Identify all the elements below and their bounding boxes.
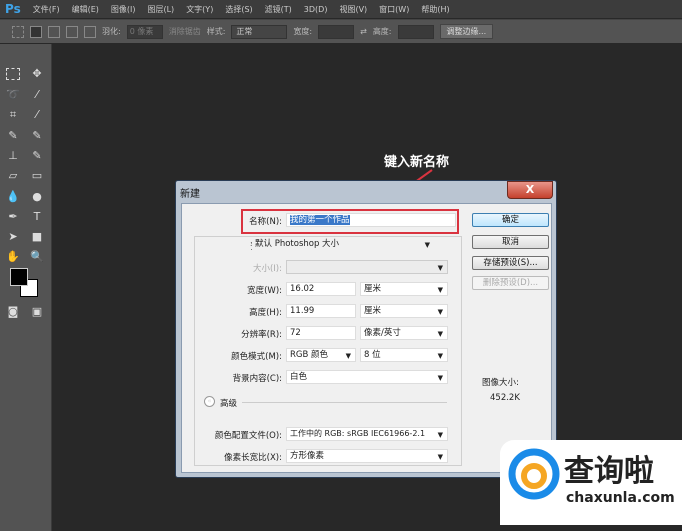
menu-edit[interactable]: 编辑(E) — [72, 4, 99, 15]
close-button[interactable]: X — [507, 181, 553, 199]
hand-icon[interactable]: ✋ — [6, 251, 20, 263]
height-input[interactable] — [397, 24, 434, 39]
background-select[interactable]: 白色 — [286, 370, 448, 384]
color-mode-select[interactable]: RGB 颜色 — [286, 348, 356, 362]
intersect-selection-icon[interactable] — [84, 25, 96, 38]
resolution-input[interactable]: 72 — [286, 326, 356, 340]
width-label: 宽度(W): — [247, 286, 282, 296]
collapse-advanced-icon[interactable]: « — [204, 396, 215, 407]
feather-label: 羽化: — [102, 27, 121, 36]
refine-edge-button[interactable]: 调整边缘... — [439, 24, 494, 39]
menu-help[interactable]: 帮助(H) — [421, 4, 449, 15]
menu-image[interactable]: 图像(I) — [111, 4, 136, 15]
eyedropper-icon[interactable]: ⁄ — [30, 109, 44, 121]
menu-filter[interactable]: 滤镜(T) — [265, 4, 292, 15]
menu-view[interactable]: 视图(V) — [339, 4, 367, 15]
cancel-button[interactable]: 取消 — [472, 235, 549, 249]
marquee-tool-icon[interactable] — [6, 68, 20, 80]
resolution-label: 分辨率(R): — [241, 330, 282, 340]
watermark-text: 查询啦 — [564, 454, 654, 489]
pixel-aspect-select[interactable]: 方形像素 — [286, 449, 448, 463]
menu-layer[interactable]: 图层(L) — [147, 4, 174, 15]
pen-icon[interactable]: ✒ — [6, 211, 20, 223]
height-label: 高度: — [372, 27, 392, 36]
add-selection-icon[interactable] — [48, 25, 60, 38]
eraser-icon[interactable]: ▱ — [6, 170, 20, 182]
watermark-logo-icon — [508, 448, 560, 500]
size-select — [286, 260, 448, 274]
menu-3d[interactable]: 3D(D) — [304, 5, 328, 14]
watermark-url: chaxunla.com — [566, 490, 675, 506]
new-document-dialog: 新建 X 名称(N): 我的第一个作品 预设(P): 默认 Photoshop … — [175, 180, 557, 478]
name-label: 名称(N): — [249, 217, 282, 227]
zoom-icon[interactable]: 🔍 — [30, 251, 44, 263]
feather-input[interactable]: 0 像素 — [126, 24, 163, 39]
width-unit-select[interactable]: 厘米 — [360, 282, 448, 296]
gradient-icon[interactable]: ▭ — [30, 170, 44, 182]
new-selection-icon[interactable] — [30, 25, 42, 38]
shape-icon[interactable]: ■ — [30, 231, 44, 243]
preset-select[interactable]: 默认 Photoshop 大小 — [252, 238, 434, 252]
pixel-aspect-label: 像素长宽比(X): — [224, 453, 282, 463]
height-label: 高度(H): — [249, 308, 282, 318]
style-label: 样式: — [206, 27, 226, 36]
style-select[interactable]: 正常 — [231, 24, 288, 39]
photoshop-logo: Ps — [5, 2, 21, 16]
swap-icon[interactable]: ⇄ — [360, 27, 367, 36]
background-label: 背景内容(C): — [232, 374, 282, 384]
foreground-color-swatch[interactable] — [10, 268, 28, 286]
save-preset-button[interactable]: 存储预设(S)... — [472, 256, 549, 270]
options-bar: 羽化: 0 像素 消除锯齿 样式: 正常 宽度: ⇄ 高度: 调整边缘... — [0, 19, 682, 43]
color-mode-label: 颜色模式(M): — [231, 352, 282, 362]
watermark: 查询啦 chaxunla.com — [500, 440, 682, 525]
marquee-icon[interactable] — [12, 25, 24, 38]
menu-bar: Ps 文件(F) 编辑(E) 图像(I) 图层(L) 文字(Y) 选择(S) 滤… — [0, 0, 682, 18]
tools-panel: ✥ ➰ ⁄ ⌗ ⁄ ✎ ✎ ⊥ ✎ ▱ ▭ 💧 ● ✒ T ➤ ■ ✋ 🔍 ◙ … — [0, 44, 52, 531]
bit-depth-select[interactable]: 8 位 — [360, 348, 448, 362]
stamp-icon[interactable]: ⊥ — [6, 150, 20, 162]
advanced-label: 高级 — [220, 399, 238, 409]
delete-preset-button: 删除预设(D)... — [472, 276, 549, 290]
dodge-icon[interactable]: ● — [30, 191, 44, 203]
crop-tool-icon[interactable]: ⌗ — [6, 109, 20, 121]
image-size-value: 452.2K — [490, 393, 520, 403]
path-select-icon[interactable]: ➤ — [6, 231, 20, 243]
width-input[interactable] — [318, 24, 355, 39]
brush-icon[interactable]: ✎ — [30, 130, 44, 142]
width-input[interactable]: 16.02 — [286, 282, 356, 296]
dialog-body: 名称(N): 我的第一个作品 预设(P): 默认 Photoshop 大小 大小… — [181, 203, 552, 473]
magic-wand-icon[interactable]: ⁄ — [30, 89, 44, 101]
color-profile-select[interactable]: 工作中的 RGB: sRGB IEC61966-2.1 — [286, 427, 448, 441]
screen-mode-icon[interactable]: ▣ — [30, 306, 44, 318]
color-profile-label: 颜色配置文件(O): — [214, 431, 282, 441]
size-label: 大小(I): — [252, 264, 282, 274]
healing-icon[interactable]: ✎ — [6, 130, 20, 142]
image-size-label: 图像大小: — [482, 378, 519, 388]
type-icon[interactable]: T — [30, 211, 44, 223]
blur-icon[interactable]: 💧 — [6, 191, 20, 203]
width-label: 宽度: — [293, 27, 313, 36]
height-input[interactable]: 11.99 — [286, 304, 356, 318]
history-brush-icon[interactable]: ✎ — [30, 150, 44, 162]
resolution-unit-select[interactable]: 像素/英寸 — [360, 326, 448, 340]
menu-window[interactable]: 窗口(W) — [379, 4, 409, 15]
name-value: 我的第一个作品 — [290, 215, 350, 225]
advanced-divider — [242, 402, 447, 403]
menu-select[interactable]: 选择(S) — [225, 4, 252, 15]
ok-button[interactable]: 确定 — [472, 213, 549, 227]
lasso-tool-icon[interactable]: ➰ — [6, 89, 20, 101]
subtract-selection-icon[interactable] — [66, 25, 78, 38]
quick-mask-icon[interactable]: ◙ — [6, 306, 20, 318]
menu-file[interactable]: 文件(F) — [33, 4, 60, 15]
name-input[interactable]: 我的第一个作品 — [286, 213, 456, 227]
move-tool-icon[interactable]: ✥ — [30, 68, 44, 80]
antialias-checkbox[interactable]: 消除锯齿 — [169, 26, 201, 37]
dialog-title: 新建 — [180, 189, 200, 200]
menu-type[interactable]: 文字(Y) — [186, 4, 213, 15]
height-unit-select[interactable]: 厘米 — [360, 304, 448, 318]
